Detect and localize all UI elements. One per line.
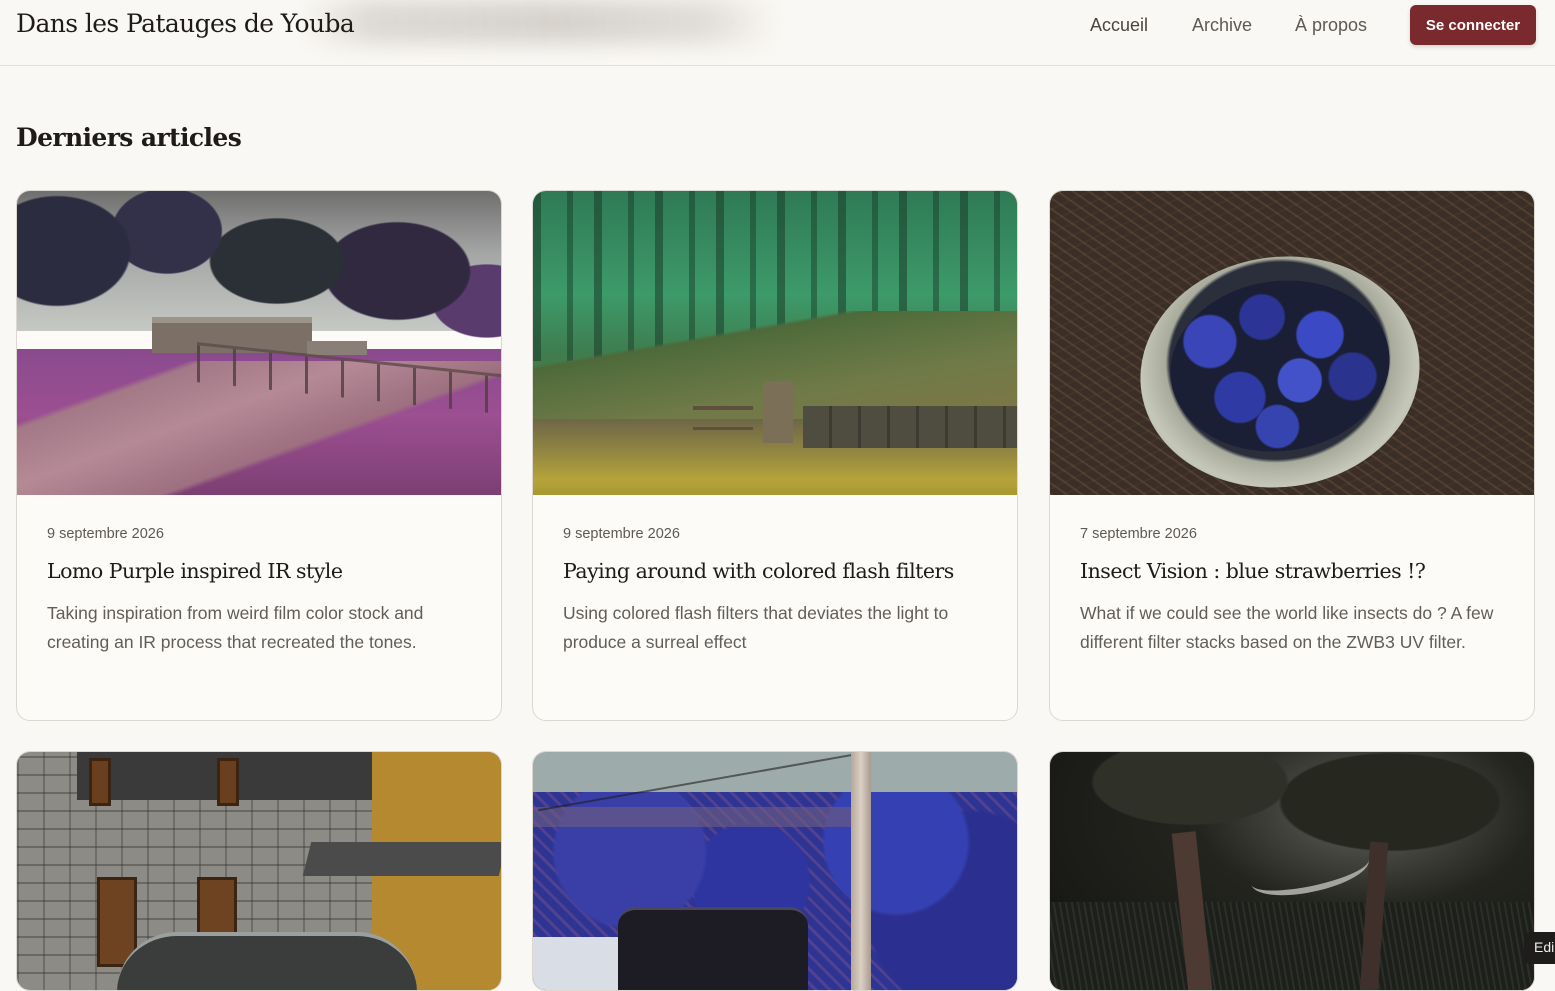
post-excerpt: Using colored flash filters that deviate… [563, 603, 949, 652]
post-card-body: 7 septembre 2026 Insect Vision : blue st… [1080, 525, 1510, 656]
post-card-body: 9 septembre 2026 Paying around with colo… [563, 525, 993, 656]
post-card[interactable] [1049, 751, 1535, 991]
blurred-region [300, 0, 778, 44]
post-thumbnail-blue-strawberries[interactable] [1050, 191, 1534, 495]
post-card[interactable]: 7 septembre 2026 Insect Vision : blue st… [1049, 190, 1535, 721]
post-thumbnail-stone-building[interactable] [17, 752, 501, 990]
nav-link-archive[interactable]: Archive [1192, 15, 1252, 37]
nav-link-a-propos[interactable]: À propos [1295, 15, 1367, 37]
post-excerpt: Taking inspiration from weird film color… [47, 603, 424, 652]
site-header: Dans les Patauges de Youba Accueil Archi… [0, 0, 1555, 66]
section-title: Derniers articles [16, 123, 242, 152]
post-date: 7 septembre 2026 [1080, 526, 1197, 542]
edit-button[interactable]: Edi [1524, 932, 1555, 964]
post-thumbnail-purple-ir-farm[interactable] [17, 191, 501, 495]
nav-link-accueil[interactable]: Accueil [1090, 15, 1148, 37]
post-card[interactable] [16, 751, 502, 991]
post-thumbnail-dark-orchard[interactable] [1050, 752, 1534, 990]
post-title-link[interactable]: Lomo Purple inspired IR style [47, 557, 477, 585]
post-excerpt: What if we could see the world like inse… [1080, 603, 1494, 652]
site-title-link[interactable]: Dans les Patauges de Youba [16, 9, 355, 38]
post-title-link[interactable]: Paying around with colored flash filters [563, 557, 993, 585]
post-date: 9 septembre 2026 [47, 526, 164, 542]
post-card[interactable]: 9 septembre 2026 Paying around with colo… [532, 190, 1018, 721]
post-date: 9 septembre 2026 [563, 526, 680, 542]
post-card-body: 9 septembre 2026 Lomo Purple inspired IR… [47, 525, 477, 656]
post-card[interactable]: 9 septembre 2026 Lomo Purple inspired IR… [16, 190, 502, 721]
login-button[interactable]: Se connecter [1410, 5, 1536, 45]
post-title-link[interactable]: Insect Vision : blue strawberries !? [1080, 557, 1510, 585]
post-thumbnail-green-forest[interactable] [533, 191, 1017, 495]
post-card[interactable] [532, 751, 1018, 991]
post-thumbnail-blue-trees-car[interactable] [533, 752, 1017, 990]
